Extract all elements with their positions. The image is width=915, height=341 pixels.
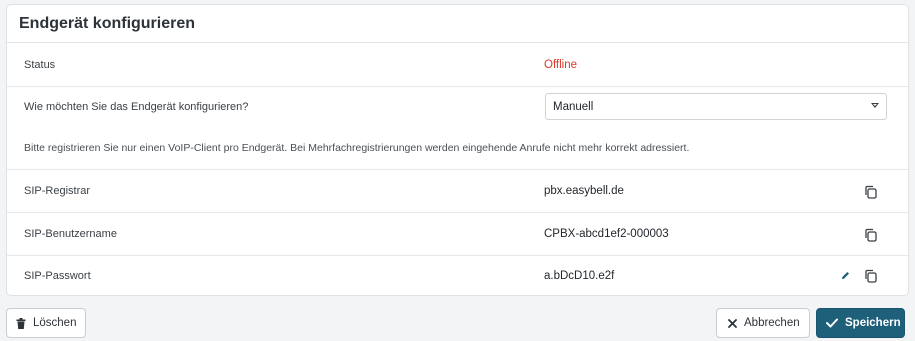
sip-password-row: SIP-Passwort a.bDcD10.e2f [7,256,908,296]
status-label: Status [24,58,56,71]
sip-registrar-label: SIP-Registrar [24,185,91,197]
check-icon [826,318,838,328]
pencil-icon[interactable] [840,270,851,281]
save-button[interactable]: Speichern [816,308,905,338]
config-select-value: Manuell [553,100,594,113]
sip-username-row: SIP-Benutzername CPBX-abcd1ef2-000003 [7,213,908,256]
sip-registrar-value: pbx.easybell.de [544,185,624,197]
status-value: Offline [544,58,578,71]
sip-password-label: SIP-Passwort [24,270,91,282]
card-header: Endgerät konfigurieren [7,5,908,43]
config-select[interactable]: Manuell [545,93,887,120]
close-icon [728,318,737,328]
delete-button-label: Löschen [33,317,77,329]
copy-icon[interactable] [864,269,878,283]
chevron-down-icon [871,103,879,108]
save-button-label: Speichern [845,317,901,329]
cancel-button[interactable]: Abbrechen [716,308,810,338]
copy-icon[interactable] [864,185,878,199]
hint-row: Bitte registrieren Sie nur einen VoIP-Cl… [7,127,908,170]
sip-password-value: a.bDcD10.e2f [544,270,615,282]
delete-button[interactable]: Löschen [6,308,86,338]
trash-icon [16,317,26,329]
card-title: Endgerät konfigurieren [19,14,196,32]
device-config-card: Endgerät konfigurieren Status Offline Wi… [6,4,909,296]
cancel-button-label: Abbrechen [744,317,800,329]
config-hint: Bitte registrieren Sie nur einen VoIP-Cl… [24,142,690,154]
config-label: Wie möchten Sie das Endgerät konfigurier… [24,101,249,113]
sip-username-label: SIP-Benutzername [24,228,117,240]
status-row: Status Offline [7,43,908,87]
copy-icon[interactable] [864,228,878,242]
sip-registrar-row: SIP-Registrar pbx.easybell.de [7,170,908,213]
sip-username-value: CPBX-abcd1ef2-000003 [544,228,669,240]
